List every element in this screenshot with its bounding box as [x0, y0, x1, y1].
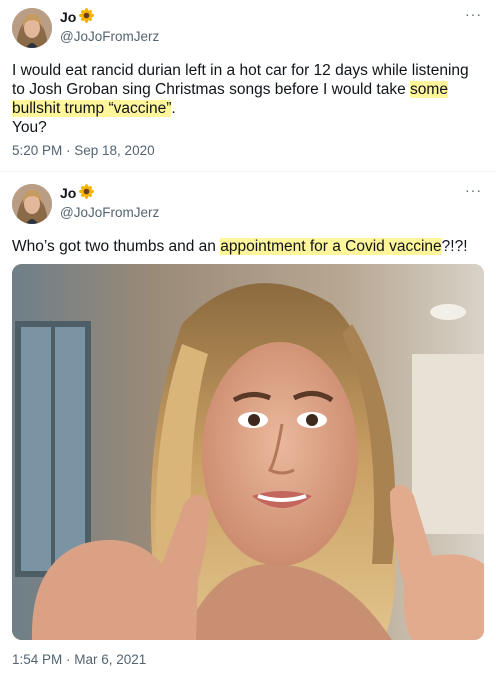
- tweet-card[interactable]: Jo @JoJoFromJerz ··· Who’s got two thumb…: [0, 172, 496, 680]
- author-handle[interactable]: @JoJoFromJerz: [60, 205, 159, 220]
- avatar-image: [12, 184, 52, 224]
- tweet-card[interactable]: Jo @JoJoFromJerz ··· I would eat rancid …: [0, 0, 496, 172]
- tweet-text-line: You?: [12, 119, 47, 136]
- tweet-text: I would eat rancid durian left in a hot …: [12, 61, 482, 137]
- highlighted-text: appointment for a Covid vaccine: [220, 238, 442, 255]
- tweet-text-part: I would eat rancid durian left in a hot …: [12, 62, 469, 98]
- author-name[interactable]: Jo: [60, 185, 76, 201]
- tweet-text: Who’s got two thumbs and an appointment …: [12, 237, 482, 256]
- tweet-photo[interactable]: [12, 264, 484, 640]
- author-name-row[interactable]: Jo: [60, 8, 95, 26]
- sunflower-icon: [79, 184, 95, 202]
- more-options-icon[interactable]: ···: [465, 6, 482, 22]
- tweet-text-part: .: [171, 100, 176, 117]
- more-options-icon[interactable]: ···: [465, 182, 482, 198]
- tweet-timestamp[interactable]: 1:54 PM · Mar 6, 2021: [12, 652, 146, 667]
- tweet-timestamp[interactable]: 5:20 PM · Sep 18, 2020: [12, 143, 155, 158]
- avatar-image: [12, 8, 52, 48]
- sunflower-icon: [79, 8, 95, 26]
- selfie-photo: [12, 264, 484, 640]
- avatar[interactable]: [12, 184, 52, 224]
- author-name-row[interactable]: Jo: [60, 184, 95, 202]
- tweet-text-part: Who’s got two thumbs and an: [12, 238, 221, 255]
- author-handle[interactable]: @JoJoFromJerz: [60, 29, 159, 44]
- author-name[interactable]: Jo: [60, 9, 76, 25]
- avatar[interactable]: [12, 8, 52, 48]
- tweet-text-part: ?!?!: [441, 238, 468, 255]
